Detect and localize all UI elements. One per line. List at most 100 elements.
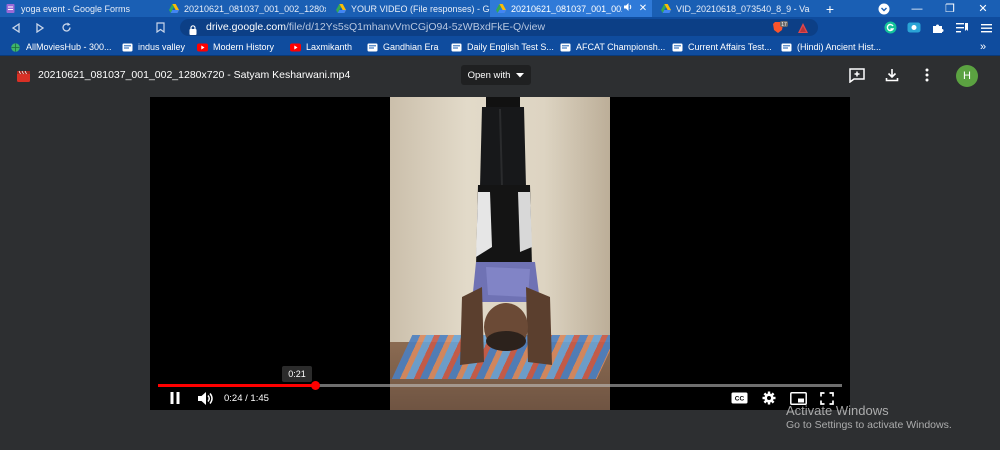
progress-played [158,384,315,387]
bookmark-icon [451,43,462,52]
bookmark-indus-valley[interactable]: indus valley [122,38,185,56]
bookmarks-overflow-button[interactable]: » [980,38,986,56]
bookmark-laxmikanth[interactable]: Laxmikanth [290,38,352,56]
forms-icon [6,4,15,13]
bookmark-icon [672,43,683,52]
bookmark-label: Gandhian Era [383,42,439,52]
drive-icon [336,4,346,13]
new-tab-button[interactable]: + [815,0,845,17]
minimize-button[interactable]: — [902,0,932,17]
forward-icon [36,22,45,33]
pause-icon [170,392,180,404]
bookmark-icon [560,43,571,52]
video-extension-icon[interactable] [906,20,922,35]
restore-button[interactable]: ❐ [935,0,965,17]
brave-shield-icon[interactable]: 17 [772,21,788,34]
brave-rewards-icon[interactable] [797,21,809,39]
tab-close-icon[interactable]: ✕ [637,3,649,14]
tab-drive-video-1[interactable]: 20210621_081037_001_002_1280x7 [163,0,326,17]
url-path: /file/d/12Ys5sQ1mhanvVmCGjO94-5zWBxdFkE-… [285,21,546,33]
tab-title: 20210621_081037_001_002_1280x7 [184,3,326,14]
time-display: 0:24 / 1:45 [224,393,269,404]
url-host: drive.google.com [206,21,286,33]
tab-vid-vaibhav[interactable]: VID_20210618_073540_8_9 - Vaibh [655,0,810,17]
back-icon [11,22,20,33]
file-name: 20210621_081037_001_002_1280x720 - Satya… [38,69,351,81]
bookmark-label: Laxmikanth [306,42,353,52]
video-player[interactable] [150,97,850,410]
youtube-icon [197,43,208,52]
bookmark-label: Modern History [213,42,275,52]
bookmarks-bar: AllMoviesHub - 300... indus valley Moder… [0,38,1000,56]
close-window-button[interactable]: ✕ [968,0,998,17]
dropdown-arrow-icon [516,72,525,77]
globe-icon [10,42,21,52]
progress-bar[interactable] [158,381,842,390]
volume-icon [198,391,213,405]
volume-button[interactable] [196,390,216,406]
headstand-figure [460,97,552,365]
bookmark-current-affairs[interactable]: Current Affairs Test... [672,38,772,56]
pause-button[interactable] [166,390,184,406]
bookmark-daily-english[interactable]: Daily English Test S... [451,38,554,56]
windows-activation-watermark: Activate Windows Go to Settings to activ… [786,403,952,431]
bookmark-icon [122,43,133,52]
captions-button[interactable]: CC [729,390,749,406]
bookmark-outline-icon [155,22,165,33]
url-text: drive.google.com/file/d/12Ys5sQ1mhanvVmC… [206,21,545,33]
download-icon [885,69,899,82]
tab-drive-video-active[interactable]: 20210621_081037_001_002 ✕ [490,0,652,17]
scrubber-handle[interactable] [310,381,320,390]
bookmark-label: Current Affairs Test... [688,42,772,52]
tab-strip: yoga event - Google Forms 20210621_08103… [0,0,1000,17]
youtube-icon [290,43,301,52]
tab-yoga-event[interactable]: yoga event - Google Forms [0,0,160,17]
more-vert-icon [925,68,929,82]
open-with-label: Open with [467,69,511,81]
bookmark-label: AFCAT Championsh... [576,42,666,52]
bookmark-label: Daily English Test S... [467,42,554,52]
drive-icon [169,4,179,13]
more-actions-button[interactable] [918,66,936,84]
extensions-puzzle-icon[interactable] [930,20,946,35]
bookmark-ancient-history[interactable]: (Hindi) Ancient Hist... [781,38,881,56]
speaker-icon[interactable] [622,3,634,14]
toolbar: drive.google.com/file/d/12Ys5sQ1mhanvVmC… [0,17,1000,38]
settings-button[interactable] [759,390,779,406]
add-comment-icon [849,67,865,83]
tab-search-button[interactable] [869,0,899,17]
bookmark-icon [781,43,792,52]
download-button[interactable] [883,66,901,84]
bookmark-allmovieshub[interactable]: AllMoviesHub - 300... [10,38,112,56]
tab-your-video[interactable]: YOUR VIDEO (File responses) - Goo [330,0,490,17]
video-frame[interactable] [390,97,610,410]
bookmark-label: AllMoviesHub - 300... [26,42,112,52]
tab-title: 20210621_081037_001_002 [511,3,622,14]
reload-button[interactable] [58,20,74,35]
account-avatar[interactable]: H [956,65,978,87]
add-comment-button[interactable] [848,66,866,84]
watermark-title: Activate Windows [786,403,889,418]
reading-list-icon[interactable] [954,20,970,35]
hamburger-menu-icon [980,23,992,32]
bookmark-afcat[interactable]: AFCAT Championsh... [560,38,665,56]
bookmark-gandhian-era[interactable]: Gandhian Era [367,38,439,56]
watermark-subtitle: Go to Settings to activate Windows. [786,419,952,431]
grammarly-icon[interactable] [882,20,898,35]
bookmark-page-button[interactable] [152,20,168,35]
shield-count: 17 [781,22,787,28]
tab-title: yoga event - Google Forms [21,3,131,14]
gear-icon [762,391,776,405]
captions-icon: CC [731,392,747,404]
browser-menu-button[interactable] [978,20,994,35]
open-with-button[interactable]: Open with [461,65,531,85]
back-button[interactable] [8,20,24,35]
chevron-down-icon [878,3,890,14]
forward-button[interactable] [32,20,48,35]
bookmark-modern-history[interactable]: Modern History [197,38,274,56]
reload-icon [61,22,71,32]
address-bar[interactable]: drive.google.com/file/d/12Ys5sQ1mhanvVmC… [180,19,818,36]
hover-time-tooltip: 0:21 [282,366,312,382]
bookmark-label: (Hindi) Ancient Hist... [797,42,882,52]
tab-title: VID_20210618_073540_8_9 - Vaibh [676,3,810,14]
